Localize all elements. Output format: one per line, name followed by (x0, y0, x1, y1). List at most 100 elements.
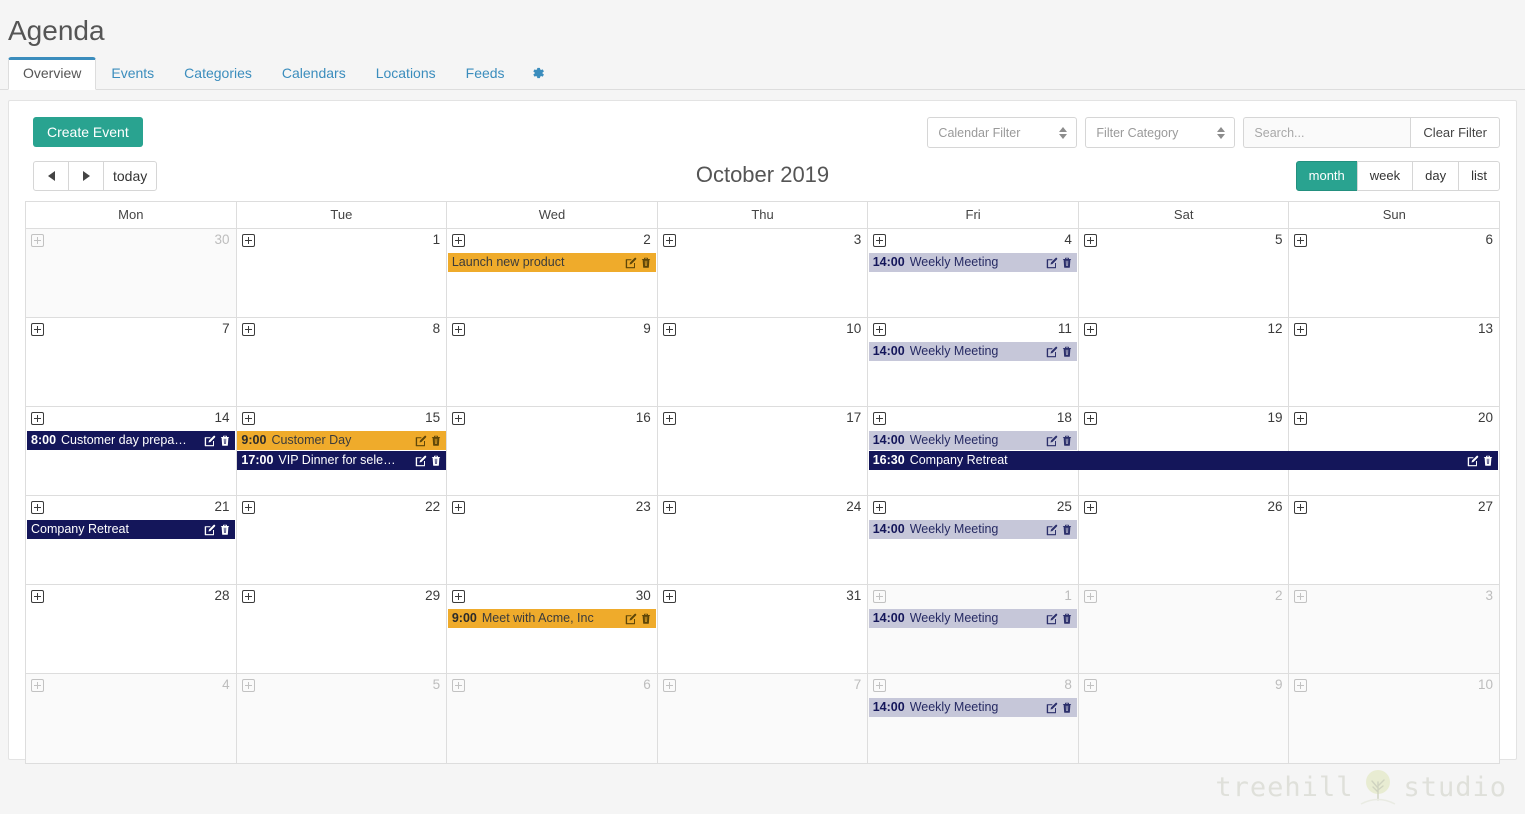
day-number[interactable]: 10 (846, 320, 861, 337)
calendar-event[interactable]: 9:00 Meet with Acme, Inc (447, 609, 657, 628)
edit-event-icon[interactable] (415, 455, 427, 467)
day-cell[interactable]: 11 (867, 318, 1078, 406)
day-number[interactable]: 22 (425, 498, 440, 515)
day-cell[interactable]: 7 (26, 318, 236, 406)
day-number[interactable]: 5 (1275, 231, 1283, 248)
calendar-filter-select[interactable]: Calendar Filter (927, 117, 1078, 148)
add-event-plus-icon[interactable] (31, 323, 44, 336)
add-event-plus-icon[interactable] (241, 234, 255, 247)
day-number[interactable]: 20 (1478, 409, 1493, 426)
add-event-plus-icon[interactable] (241, 323, 255, 336)
day-number[interactable]: 5 (433, 676, 441, 693)
add-event-plus-icon[interactable] (1083, 501, 1097, 514)
add-event-plus-icon[interactable] (31, 412, 44, 425)
day-cell[interactable]: 28 (26, 585, 236, 673)
day-cell[interactable]: 13 (1288, 318, 1499, 406)
view-button-month[interactable]: month (1295, 161, 1358, 191)
add-event-plus-icon[interactable] (241, 590, 255, 603)
add-event-plus-icon[interactable] (241, 679, 255, 692)
day-number[interactable]: 17 (846, 409, 861, 426)
add-event-plus-icon[interactable] (662, 323, 676, 336)
delete-event-icon[interactable] (1061, 613, 1073, 625)
add-event-plus-icon[interactable] (452, 501, 466, 514)
day-number[interactable]: 18 (1057, 409, 1072, 426)
edit-event-icon[interactable] (1046, 346, 1058, 358)
day-number[interactable]: 4 (222, 676, 230, 693)
calendar-event[interactable]: Launch new product (447, 253, 657, 272)
calendar-event[interactable]: 9:00 Customer Day (237, 431, 446, 450)
add-event-plus-icon[interactable] (1294, 501, 1308, 514)
day-cell[interactable]: 30 (446, 585, 657, 673)
clear-filter-button[interactable]: Clear Filter (1410, 117, 1500, 148)
category-filter-select[interactable]: Filter Category (1085, 117, 1236, 148)
day-number[interactable]: 30 (215, 231, 230, 248)
day-number[interactable]: 2 (643, 231, 651, 248)
calendar-event[interactable]: 14:00 Weekly Meeting (868, 342, 1078, 361)
view-button-week[interactable]: week (1356, 161, 1414, 191)
add-event-plus-icon[interactable] (873, 590, 887, 603)
day-cell[interactable]: 17 (656, 407, 868, 495)
delete-event-icon[interactable] (1061, 257, 1073, 269)
day-number[interactable]: 6 (643, 676, 651, 693)
day-number[interactable]: 7 (854, 676, 862, 693)
tab-events[interactable]: Events (96, 57, 169, 90)
add-event-plus-icon[interactable] (241, 501, 255, 514)
day-number[interactable]: 27 (1478, 498, 1493, 515)
add-event-plus-icon[interactable] (31, 501, 44, 514)
calendar-event[interactable]: 14:00 Weekly Meeting (868, 609, 1078, 628)
add-event-plus-icon[interactable] (873, 234, 887, 247)
tab-calendars[interactable]: Calendars (267, 57, 361, 90)
day-cell[interactable]: 6 (1288, 229, 1499, 317)
day-cell[interactable]: 10 (1288, 674, 1500, 763)
edit-event-icon[interactable] (1046, 524, 1058, 536)
add-event-plus-icon[interactable] (452, 323, 466, 336)
add-event-plus-icon[interactable] (662, 234, 676, 247)
day-cell[interactable]: 3 (656, 229, 868, 317)
day-cell[interactable]: 6 (446, 674, 657, 763)
add-event-plus-icon[interactable] (241, 412, 255, 425)
day-number[interactable]: 19 (1267, 409, 1282, 426)
add-event-plus-icon[interactable] (873, 412, 887, 425)
add-event-plus-icon[interactable] (873, 501, 887, 514)
edit-event-icon[interactable] (1046, 613, 1058, 625)
calendar-event[interactable]: 16:30 Company Retreat (868, 451, 1498, 470)
add-event-plus-icon[interactable] (452, 590, 466, 603)
search-input[interactable] (1243, 117, 1411, 148)
edit-event-icon[interactable] (625, 257, 637, 269)
delete-event-icon[interactable] (640, 613, 652, 625)
add-event-plus-icon[interactable] (1083, 323, 1097, 336)
delete-event-icon[interactable] (430, 455, 442, 467)
calendar-event[interactable]: 14:00 Weekly Meeting (868, 520, 1078, 539)
day-cell[interactable]: 2 (1077, 585, 1289, 673)
day-number[interactable]: 15 (425, 409, 440, 426)
add-event-plus-icon[interactable] (31, 679, 44, 692)
view-button-day[interactable]: day (1412, 161, 1460, 191)
calendar-event[interactable]: 14:00 Weekly Meeting (868, 698, 1078, 717)
day-number[interactable]: 21 (215, 498, 230, 515)
add-event-plus-icon[interactable] (31, 590, 44, 603)
add-event-plus-icon[interactable] (1294, 412, 1308, 425)
add-event-plus-icon[interactable] (1083, 679, 1097, 692)
create-event-button[interactable]: Create Event (33, 117, 143, 147)
delete-event-icon[interactable] (219, 524, 231, 536)
calendar-event[interactable]: 14:00 Weekly Meeting (868, 431, 1078, 450)
day-number[interactable]: 1 (1064, 587, 1072, 604)
add-event-plus-icon[interactable] (662, 679, 676, 692)
day-number[interactable]: 30 (636, 587, 651, 604)
calendar-event[interactable]: 14:00 Weekly Meeting (868, 253, 1078, 272)
add-event-plus-icon[interactable] (662, 590, 676, 603)
day-cell[interactable]: 21 (26, 496, 236, 584)
delete-event-icon[interactable] (1061, 702, 1073, 714)
day-number[interactable]: 29 (425, 587, 440, 604)
add-event-plus-icon[interactable] (662, 412, 676, 425)
delete-event-icon[interactable] (1061, 435, 1073, 447)
day-cell[interactable]: 23 (446, 496, 657, 584)
day-cell[interactable]: 22 (235, 496, 447, 584)
day-cell[interactable]: 12 (1077, 318, 1289, 406)
day-cell[interactable]: 1 (235, 229, 447, 317)
edit-event-icon[interactable] (1046, 435, 1058, 447)
day-cell[interactable]: 27 (1288, 496, 1499, 584)
delete-event-icon[interactable] (1061, 346, 1073, 358)
day-cell[interactable]: 9 (1077, 674, 1289, 763)
day-number[interactable]: 31 (846, 587, 861, 604)
